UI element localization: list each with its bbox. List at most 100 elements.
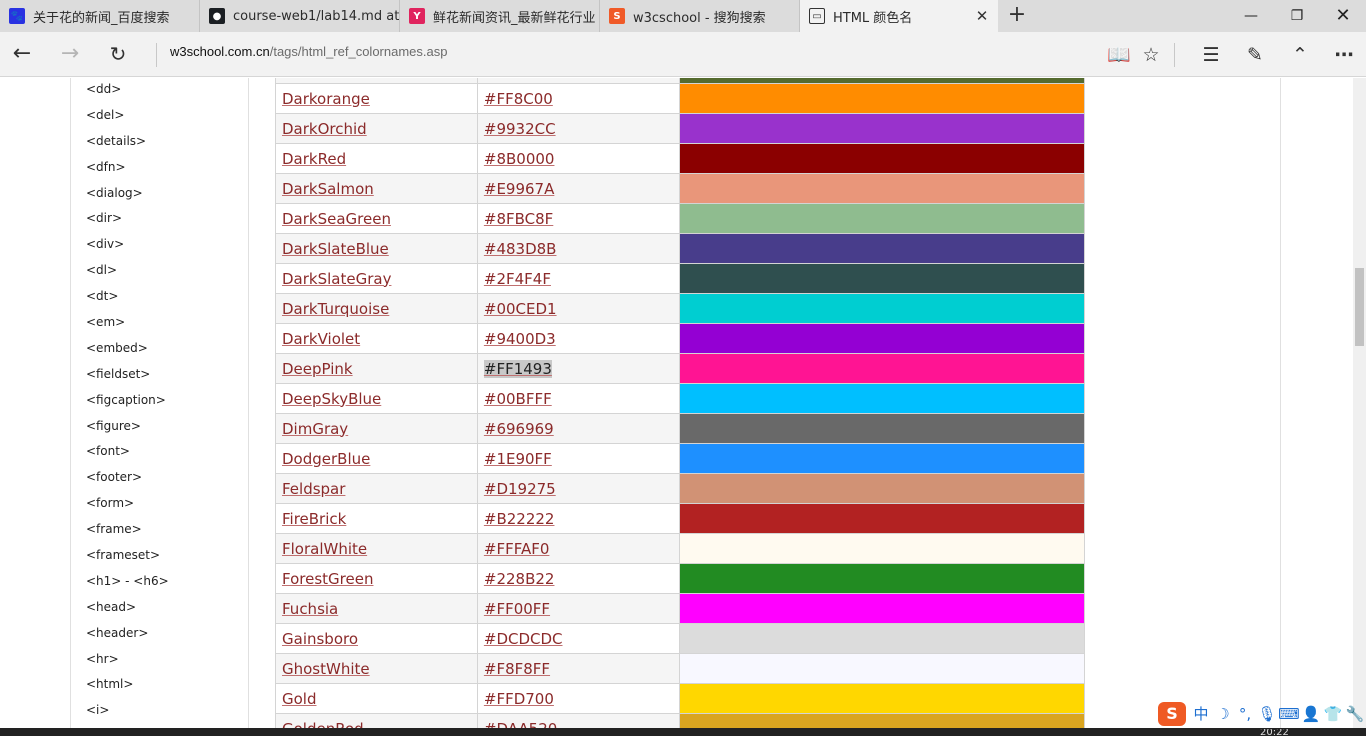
color-hex-link[interactable]: #FFFAF0 [484,540,550,558]
scrollbar-thumb[interactable] [1355,268,1364,346]
color-name-link[interactable]: DarkRed [282,150,346,168]
reading-view-icon[interactable]: 📖 [1104,40,1134,70]
color-name-link[interactable]: DarkSeaGreen [282,210,391,228]
color-hex-link[interactable]: #00BFFF [484,390,552,408]
browser-tab[interactable]: 🐾 关于花的新闻_百度搜索 [0,0,200,32]
new-tab-button[interactable]: + [1005,4,1029,28]
sogou-ime-logo[interactable]: S [1158,702,1186,726]
minimize-button[interactable]: — [1228,0,1274,32]
sidebar-tag-link[interactable]: <i> [86,698,169,724]
sidebar-tag-link[interactable]: <h1> - <h6> [86,569,169,595]
color-hex-link[interactable]: #F8F8FF [484,660,550,678]
color-hex-link[interactable]: #FF1493 [483,359,552,378]
keyboard-icon[interactable]: ⌨ [1278,703,1300,725]
sidebar-tag-link[interactable]: <form> [86,491,169,517]
color-hex-link[interactable]: #B22222 [484,510,555,528]
microphone-icon[interactable]: 🎙 [1256,703,1278,725]
vertical-scrollbar[interactable] [1353,78,1366,728]
color-hex-link[interactable]: #FF00FF [484,600,550,618]
color-hex-link[interactable]: #00CED1 [484,300,557,318]
browser-tab[interactable]: Y 鲜花新闻资讯_最新鲜花行业 [400,0,600,32]
refresh-button[interactable]: ↻ [102,39,134,71]
color-name-link[interactable]: DarkViolet [282,330,360,348]
color-hex-link[interactable]: #DCDCDC [484,630,563,648]
color-hex-link[interactable]: #FFD700 [484,690,554,708]
forward-button[interactable]: → [54,39,86,71]
color-name-link[interactable]: DeepPink [282,360,353,378]
color-hex-link[interactable]: #1E90FF [484,450,552,468]
sidebar-tag-link[interactable]: <fieldset> [86,362,169,388]
more-menu-icon[interactable]: ⋯ [1329,40,1359,70]
sidebar-tag-link[interactable]: <dfn> [86,155,169,181]
user-icon[interactable]: 👤 [1300,703,1322,725]
color-hex-link[interactable]: #2F4F4F [484,270,551,288]
color-name-link[interactable]: Fuchsia [282,600,338,618]
color-name-link[interactable]: Feldspar [282,480,345,498]
color-name-link[interactable]: FireBrick [282,510,346,528]
sidebar-tag-link[interactable]: <frame> [86,517,169,543]
color-hex-link[interactable]: #9932CC [484,120,556,138]
color-name-link[interactable]: FloralWhite [282,540,367,558]
favorite-star-icon[interactable]: ☆ [1136,40,1166,70]
close-window-button[interactable]: ✕ [1320,0,1366,32]
sidebar-tag-link[interactable]: <dt> [86,284,169,310]
sidebar-tag-link[interactable]: <details> [86,129,169,155]
sidebar-tag-link[interactable]: <div> [86,232,169,258]
color-name-link[interactable]: DimGray [282,420,348,438]
color-name-link[interactable]: Gainsboro [282,630,358,648]
color-hex-link[interactable]: #228B22 [484,570,555,588]
hub-icon[interactable]: ☰ [1196,40,1226,70]
share-icon[interactable]: ⌃ [1285,40,1315,70]
browser-tab[interactable]: ● course-web1/lab14.md at m [200,0,400,32]
sidebar-tag-link[interactable]: <hr> [86,647,169,673]
browser-tab[interactable]: Sw3cschool - 搜狗搜索 [600,0,800,32]
close-tab-icon[interactable]: ✕ [974,8,990,24]
sidebar-tag-link[interactable]: <dl> [86,258,169,284]
color-hex-link[interactable]: #483D8B [484,240,557,258]
back-button[interactable]: ← [6,39,38,71]
browser-tab[interactable]: ▭ HTML 颜色名 ✕ [800,0,998,32]
color-name-link[interactable]: GoldenRod [282,720,364,729]
color-name-link[interactable]: Darkorange [282,90,370,108]
sidebar-tag-link[interactable]: <html> [86,672,169,698]
sidebar-tag-link[interactable]: <dd> [86,78,169,103]
sidebar-tag-link[interactable]: <footer> [86,465,169,491]
shirt-icon[interactable]: 👕 [1322,703,1344,725]
sidebar-tag-link[interactable]: <dir> [86,206,169,232]
color-name-link[interactable]: DarkTurquoise [282,300,389,318]
wrench-icon[interactable]: 🔧 [1344,703,1366,725]
color-name-link[interactable]: ForestGreen [282,570,373,588]
sidebar-tag-link[interactable]: <frameset> [86,543,169,569]
web-note-icon[interactable]: ✎ [1240,40,1270,70]
sidebar-tag-link[interactable]: <head> [86,595,169,621]
sidebar-tag-link[interactable]: <figcaption> [86,388,169,414]
color-name-link[interactable]: DarkSlateGray [282,270,391,288]
color-name-link[interactable]: DarkSalmon [282,180,374,198]
color-hex-link[interactable]: #8B0000 [484,150,555,168]
chinese-mode-icon[interactable]: 中 [1190,703,1212,725]
color-name-link[interactable]: GhostWhite [282,660,370,678]
sidebar-tag-link[interactable]: <embed> [86,336,169,362]
color-name-link[interactable]: DarkSlateBlue [282,240,389,258]
sidebar-tag-link[interactable]: <font> [86,439,169,465]
color-hex-link[interactable]: #696969 [484,420,554,438]
sidebar-tag-link[interactable]: <del> [86,103,169,129]
restore-button[interactable]: ❐ [1274,0,1320,32]
sidebar-tag-link[interactable]: <figure> [86,414,169,440]
address-bar[interactable]: w3school.com.cn/tags/html_ref_colornames… [170,44,447,59]
color-name-link[interactable]: DeepSkyBlue [282,390,381,408]
color-hex-link[interactable]: #FF8C00 [484,90,553,108]
color-name-link[interactable]: Gold [282,690,317,708]
color-hex-link[interactable]: #E9967A [484,180,554,198]
moon-icon[interactable]: ☽ [1212,703,1234,725]
punctuation-icon[interactable]: °, [1234,703,1256,725]
color-name-link[interactable]: DodgerBlue [282,450,370,468]
color-hex-link[interactable]: #9400D3 [484,330,556,348]
sidebar-tag-link[interactable]: <dialog> [86,181,169,207]
color-hex-link[interactable]: #DAA520 [484,720,557,729]
sidebar-tag-link[interactable]: <header> [86,621,169,647]
color-hex-link[interactable]: #D19275 [484,480,556,498]
color-name-link[interactable]: DarkOrchid [282,120,367,138]
color-hex-link[interactable]: #8FBC8F [484,210,553,228]
sidebar-tag-link[interactable]: <em> [86,310,169,336]
